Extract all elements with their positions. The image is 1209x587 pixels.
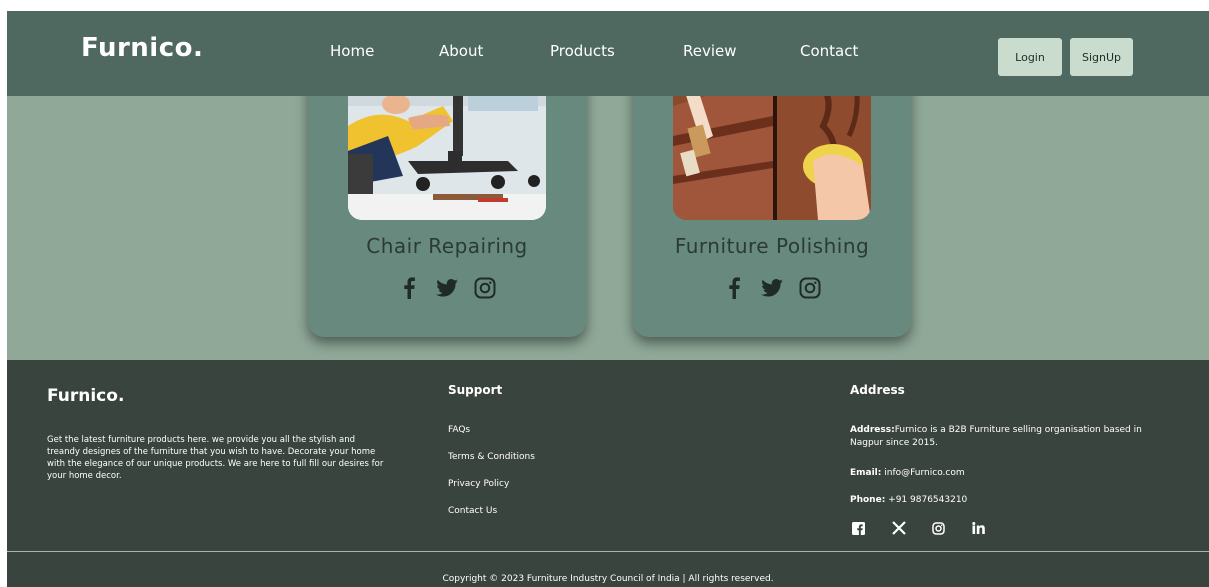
- address-label: Address:: [850, 425, 895, 435]
- nav-products[interactable]: Products: [550, 42, 615, 60]
- instagram-icon[interactable]: [798, 276, 822, 300]
- service-card-furniture-polishing: Furniture Polishing: [633, 66, 911, 337]
- nav-contact[interactable]: Contact: [800, 42, 858, 60]
- footer: Furnico. Get the latest furniture produc…: [7, 360, 1209, 587]
- linkedin-icon[interactable]: [971, 520, 987, 536]
- address-heading: Address: [850, 383, 905, 397]
- footer-brand: Furnico.: [47, 386, 125, 406]
- card-title: Furniture Polishing: [674, 234, 870, 258]
- services-section: Chair Repairing Furniture Polishing: [7, 66, 1209, 360]
- twitter-icon[interactable]: [760, 276, 784, 300]
- nav-about[interactable]: About: [439, 42, 483, 60]
- footer-link-faqs[interactable]: FAQs: [448, 425, 470, 435]
- signup-button[interactable]: SignUp: [1070, 38, 1133, 76]
- facebook-icon[interactable]: [397, 276, 421, 300]
- login-button[interactable]: Login: [998, 38, 1062, 76]
- facebook-icon[interactable]: [722, 276, 746, 300]
- email-label: Email:: [850, 468, 882, 478]
- footer-link-terms[interactable]: Terms & Conditions: [448, 452, 535, 462]
- copyright-text: Copyright © 2023 Furniture Industry Coun…: [442, 574, 774, 584]
- email-value[interactable]: info@Furnico.com: [881, 468, 964, 478]
- brand-logo[interactable]: Furnico.: [81, 33, 203, 63]
- address-text: Furnico is a B2B Furniture selling organ…: [850, 425, 1142, 448]
- phone-line: Phone: +91 9876543210: [850, 494, 1170, 507]
- facebook-icon[interactable]: [850, 520, 866, 536]
- nav-review[interactable]: Review: [683, 42, 737, 60]
- nav-home[interactable]: Home: [330, 42, 374, 60]
- phone-value[interactable]: +91 9876543210: [885, 495, 967, 505]
- footer-link-privacy[interactable]: Privacy Policy: [448, 479, 509, 489]
- navbar: Furnico. Home About Products Review Cont…: [7, 11, 1209, 96]
- card-social-links: [308, 276, 586, 300]
- service-card-chair-repairing: Chair Repairing: [308, 66, 586, 337]
- address-line: Address:Furnico is a B2B Furniture selli…: [850, 424, 1170, 450]
- card-social-links: [633, 276, 911, 300]
- twitter-icon[interactable]: [435, 276, 459, 300]
- instagram-icon[interactable]: [473, 276, 497, 300]
- support-heading: Support: [448, 383, 503, 397]
- phone-label: Phone:: [850, 495, 886, 505]
- footer-description: Get the latest furniture products here. …: [47, 435, 384, 481]
- footer-divider: [7, 551, 1209, 552]
- instagram-icon[interactable]: [930, 520, 946, 536]
- footer-link-contact[interactable]: Contact Us: [448, 506, 497, 516]
- x-icon[interactable]: [891, 520, 907, 536]
- email-line: Email: info@Furnico.com: [850, 467, 1170, 480]
- card-title: Chair Repairing: [366, 234, 528, 258]
- page: Furnico. Home About Products Review Cont…: [7, 11, 1209, 587]
